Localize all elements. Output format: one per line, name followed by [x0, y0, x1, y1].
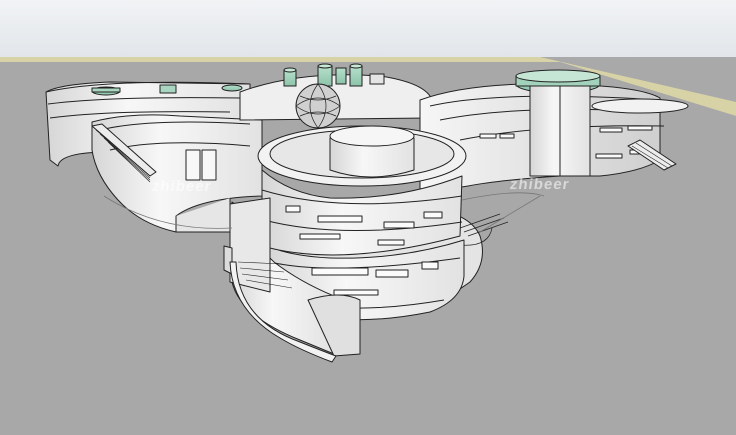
architectural-model-scene[interactable] — [0, 0, 736, 435]
3d-model-viewport[interactable]: zhibeer zhibeer — [0, 0, 736, 435]
lattice-sphere — [295, 83, 341, 129]
sky — [0, 0, 736, 57]
